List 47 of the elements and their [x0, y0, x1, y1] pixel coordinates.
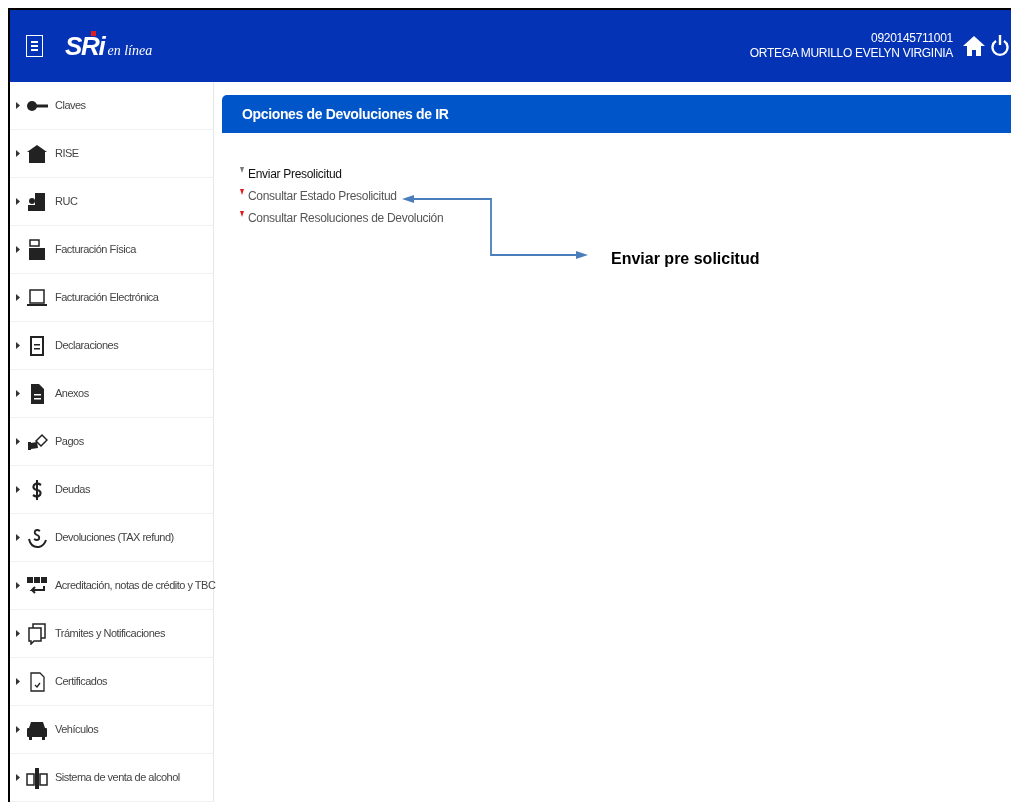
sidebar-item[interactable]: Declaraciones: [10, 322, 213, 370]
logo[interactable]: SRien línea: [65, 33, 153, 59]
sidebar-item[interactable]: Devoluciones (TAX refund): [10, 514, 213, 562]
sidebar-item[interactable]: RUC: [10, 178, 213, 226]
sidebar-item[interactable]: Trámites y Notificaciones: [10, 610, 213, 658]
caret-icon: [16, 342, 20, 349]
panel-title: Opciones de Devoluciones de IR: [242, 104, 449, 124]
caret-icon: [16, 294, 20, 301]
option-link[interactable]: Enviar Presolicitud: [248, 166, 342, 182]
caret-icon: [16, 390, 20, 397]
sidebar-item[interactable]: Sistema de venta de alcohol: [10, 754, 213, 802]
caret-icon: [16, 726, 20, 733]
caret-icon: [16, 630, 20, 637]
menu-button[interactable]: [26, 35, 43, 57]
caret-icon: [16, 198, 20, 205]
marker-icon: [240, 211, 244, 217]
power-icon[interactable]: [991, 34, 1009, 58]
sidebar-item[interactable]: Vehículos: [10, 706, 213, 754]
notification-icon: [26, 622, 48, 645]
laptop-icon: [26, 286, 48, 309]
marker-icon: [240, 167, 244, 173]
caret-icon: [16, 486, 20, 493]
sidebar-item[interactable]: Deudas: [10, 466, 213, 514]
caret-icon: [16, 438, 20, 445]
caret-icon: [16, 150, 20, 157]
option-link[interactable]: Consultar Resoluciones de Devolución: [248, 210, 444, 226]
caret-icon: [16, 102, 20, 109]
caret-icon: [16, 678, 20, 685]
marker-icon: [240, 189, 244, 195]
caret-icon: [16, 582, 20, 589]
sidebar-item[interactable]: Anexos: [10, 370, 213, 418]
sidebar-item[interactable]: Claves: [10, 82, 213, 130]
sidebar-item[interactable]: Facturación Electrónica: [10, 274, 213, 322]
user-id: 0920145711001: [871, 31, 953, 46]
dollar-return-icon: [26, 526, 48, 549]
sidebar-item[interactable]: Pagos: [10, 418, 213, 466]
annotation-text: Enviar pre solicitud: [611, 249, 760, 269]
home-icon[interactable]: [963, 36, 985, 56]
caret-icon: [16, 246, 20, 253]
caret-icon: [16, 774, 20, 781]
house-icon: [26, 142, 48, 165]
user-name: ORTEGA MURILLO EVELYN VIRGINIA: [749, 46, 953, 61]
option-link[interactable]: Consultar Estado Presolicitud: [248, 188, 397, 204]
caret-icon: [16, 534, 20, 541]
sidebar-item[interactable]: RISE: [10, 130, 213, 178]
sidebar-item[interactable]: Certificados: [10, 658, 213, 706]
sidebar-item[interactable]: Facturación Física: [10, 226, 213, 274]
